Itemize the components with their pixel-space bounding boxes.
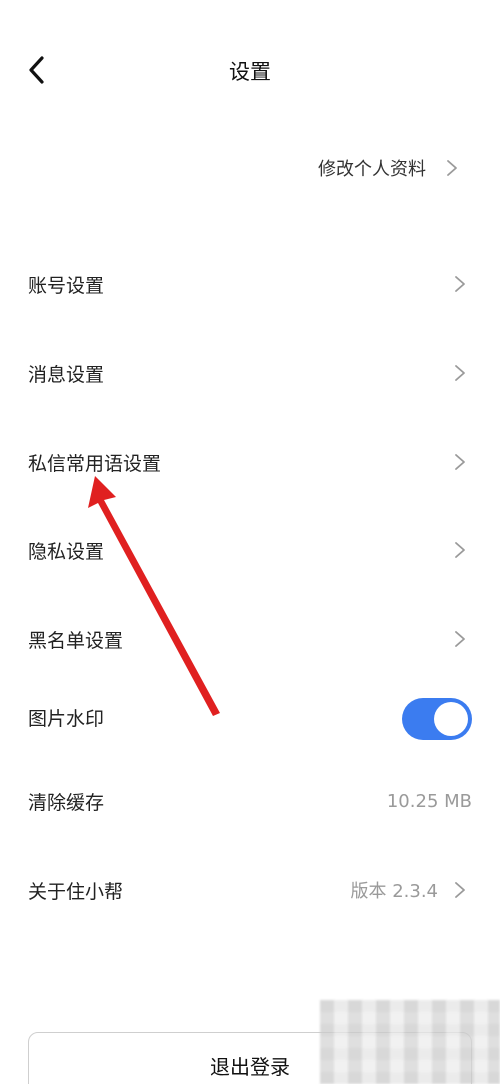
chevron-right-icon: [454, 453, 466, 471]
settings-row-label: 黑名单设置: [28, 629, 124, 652]
settings-row-label: 图片水印: [28, 707, 105, 730]
settings-row-label: 私信常用语设置: [28, 452, 162, 475]
settings-row-label: 消息设置: [28, 363, 105, 386]
edit-profile-link[interactable]: 修改个人资料: [318, 150, 458, 186]
settings-row-image-watermark: 图片水印: [0, 692, 500, 742]
blurred-watermark: [320, 1000, 500, 1084]
chevron-right-icon: [454, 364, 466, 382]
cache-size-value: 10.25 MB: [386, 790, 472, 812]
settings-row-label: 隐私设置: [28, 540, 105, 563]
edit-profile-label: 修改个人资料: [318, 159, 426, 180]
settings-row-quick-replies[interactable]: 私信常用语设置: [0, 437, 500, 487]
chevron-right-icon: [454, 541, 466, 559]
app-version-value: 版本 2.3.4: [350, 881, 438, 902]
settings-row-clear-cache[interactable]: 清除缓存 10.25 MB: [0, 776, 500, 826]
settings-row-message[interactable]: 消息设置: [0, 348, 500, 398]
bottom-divider-bars: [55, 1078, 275, 1084]
settings-row-about[interactable]: 关于住小帮 版本 2.3.4: [0, 865, 500, 915]
page-title: 设置: [229, 60, 271, 84]
settings-row-label: 清除缓存: [28, 791, 105, 814]
chevron-right-icon: [454, 630, 466, 648]
image-watermark-toggle[interactable]: [402, 698, 472, 740]
header: 设置: [0, 40, 500, 100]
settings-row-account[interactable]: 账号设置: [0, 259, 500, 309]
settings-row-label: 账号设置: [28, 274, 105, 297]
toggle-knob: [434, 702, 468, 736]
settings-row-privacy[interactable]: 隐私设置: [0, 525, 500, 575]
settings-row-blacklist[interactable]: 黑名单设置: [0, 614, 500, 664]
settings-row-label: 关于住小帮: [28, 880, 124, 903]
settings-screen: 设置 修改个人资料 账号设置 消息设置 私信常用语设置 隐私设置 黑名单设置 图…: [0, 0, 500, 1084]
chevron-right-icon: [454, 275, 466, 293]
chevron-right-icon: [454, 881, 466, 899]
chevron-right-icon: [446, 159, 458, 177]
